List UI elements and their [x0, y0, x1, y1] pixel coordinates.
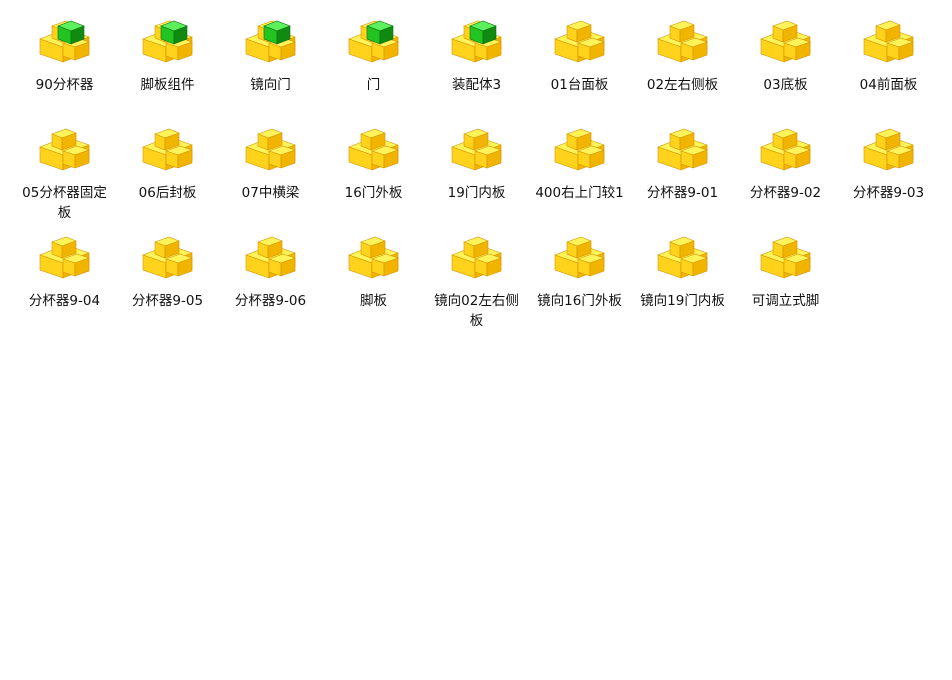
solidworks-part-icon [450, 236, 502, 279]
solidworks-assembly-icon [347, 20, 399, 63]
solidworks-part-icon [141, 236, 193, 279]
file-item-8[interactable]: 04前面板 [837, 12, 940, 120]
solidworks-part-icon [141, 128, 193, 171]
file-name-label: 可调立式脚 [751, 293, 820, 309]
solidworks-part-icon [347, 128, 399, 171]
file-item-9[interactable]: 05分杯器固定板 [13, 120, 116, 228]
file-name-label: 镜向门 [250, 77, 291, 93]
file-name-label: 镜向02左右侧板 [434, 293, 519, 329]
file-item-5[interactable]: 01台面板 [528, 12, 631, 120]
solidworks-part-icon [862, 128, 914, 171]
solidworks-part-icon [553, 20, 605, 63]
solidworks-assembly-icon [141, 20, 193, 63]
file-name-label: 分杯器9-01 [646, 185, 719, 201]
solidworks-part-icon [759, 20, 811, 63]
file-item-2[interactable]: 镜向门 [219, 12, 322, 120]
file-name-label: 装配体3 [451, 77, 502, 93]
file-name-label: 分杯器9-04 [28, 293, 101, 309]
file-name-label: 脚板 [360, 293, 387, 309]
file-view: 90分杯器 脚板组件 镜向门 门 装配体3 01台面板 02左右侧板 03底板 … [13, 12, 949, 336]
file-name-label: 90分杯器 [35, 77, 94, 93]
file-item-0[interactable]: 90分杯器 [13, 12, 116, 120]
solidworks-part-icon [553, 128, 605, 171]
solidworks-part-icon [759, 236, 811, 279]
file-item-14[interactable]: 400右上门较1 [528, 120, 631, 228]
file-name-label: 门 [366, 77, 381, 93]
file-item-17[interactable]: 分杯器9-03 [837, 120, 940, 228]
file-name-label: 分杯器9-06 [234, 293, 307, 309]
file-item-23[interactable]: 镜向16门外板 [528, 228, 631, 336]
file-item-13[interactable]: 19门内板 [425, 120, 528, 228]
solidworks-part-icon [553, 236, 605, 279]
file-name-label: 06后封板 [138, 185, 197, 201]
file-item-19[interactable]: 分杯器9-05 [116, 228, 219, 336]
file-item-10[interactable]: 06后封板 [116, 120, 219, 228]
file-item-12[interactable]: 16门外板 [322, 120, 425, 228]
file-item-15[interactable]: 分杯器9-01 [631, 120, 734, 228]
file-item-22[interactable]: 镜向02左右侧板 [425, 228, 528, 336]
solidworks-part-icon [656, 20, 708, 63]
file-name-label: 分杯器9-03 [852, 185, 925, 201]
file-name-label: 分杯器9-05 [131, 293, 204, 309]
file-item-18[interactable]: 分杯器9-04 [13, 228, 116, 336]
file-item-1[interactable]: 脚板组件 [116, 12, 219, 120]
file-name-label: 镜向19门内板 [640, 293, 725, 309]
file-name-label: 02左右侧板 [646, 77, 719, 93]
file-name-label: 16门外板 [344, 185, 403, 201]
file-item-24[interactable]: 镜向19门内板 [631, 228, 734, 336]
file-name-label: 脚板组件 [140, 77, 195, 93]
file-name-label: 分杯器9-02 [749, 185, 822, 201]
file-name-label: 镜向16门外板 [537, 293, 622, 309]
file-item-7[interactable]: 03底板 [734, 12, 837, 120]
file-item-4[interactable]: 装配体3 [425, 12, 528, 120]
file-item-16[interactable]: 分杯器9-02 [734, 120, 837, 228]
solidworks-part-icon [450, 128, 502, 171]
solidworks-part-icon [38, 128, 90, 171]
file-item-6[interactable]: 02左右侧板 [631, 12, 734, 120]
solidworks-part-icon [244, 236, 296, 279]
file-item-21[interactable]: 脚板 [322, 228, 425, 336]
solidworks-part-icon [656, 128, 708, 171]
file-name-label: 04前面板 [859, 77, 918, 93]
solidworks-assembly-icon [244, 20, 296, 63]
solidworks-part-icon [759, 128, 811, 171]
file-name-label: 400右上门较1 [535, 185, 624, 201]
file-name-label: 07中横梁 [241, 185, 300, 201]
solidworks-part-icon [38, 236, 90, 279]
file-name-label: 19门内板 [447, 185, 506, 201]
solidworks-assembly-icon [450, 20, 502, 63]
file-item-25[interactable]: 可调立式脚 [734, 228, 837, 336]
file-name-label: 03底板 [763, 77, 808, 93]
file-name-label: 01台面板 [550, 77, 609, 93]
file-name-label: 05分杯器固定板 [22, 185, 107, 221]
file-item-11[interactable]: 07中横梁 [219, 120, 322, 228]
solidworks-part-icon [656, 236, 708, 279]
file-item-3[interactable]: 门 [322, 12, 425, 120]
solidworks-part-icon [347, 236, 399, 279]
file-item-20[interactable]: 分杯器9-06 [219, 228, 322, 336]
solidworks-part-icon [862, 20, 914, 63]
solidworks-part-icon [244, 128, 296, 171]
solidworks-assembly-icon [38, 20, 90, 63]
